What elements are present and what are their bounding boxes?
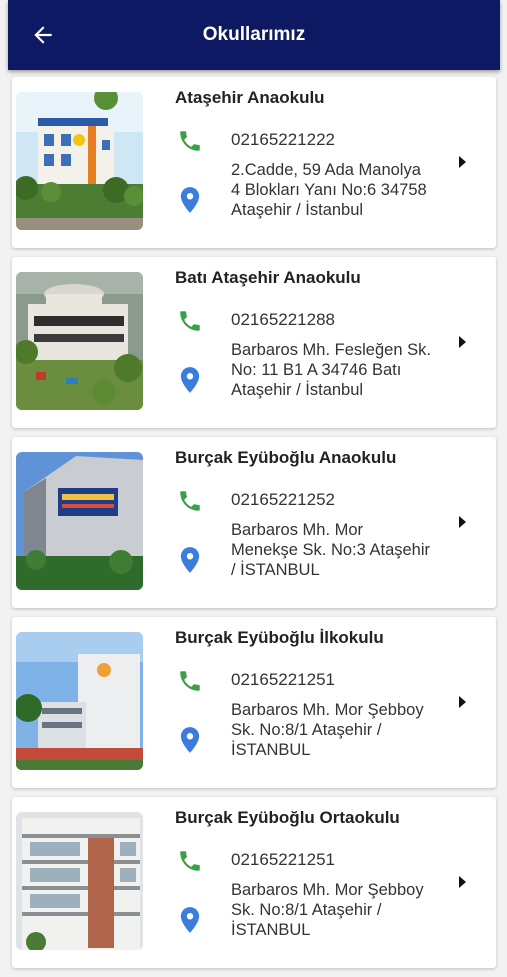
phone-icon[interactable] (177, 668, 203, 694)
phone-icon[interactable] (177, 308, 203, 334)
location-pin-icon (180, 907, 200, 933)
school-card-burcak-eyuboglu-ilkokulu[interactable]: Burçak Eyüboğlu İlkokulu 02165221251 Bar… (12, 617, 496, 788)
school-address: Barbaros Mh. Mor Şebboy Sk. No:8/1 Ataşe… (231, 701, 424, 759)
chevron-right-icon[interactable] (457, 515, 467, 529)
school-card-burcak-eyuboglu-anaokulu[interactable]: Burçak Eyüboğlu Anaokulu 02165221252 Bar… (12, 437, 496, 608)
location-pin-icon (180, 727, 200, 753)
school-name: Burçak Eyüboğlu Anaokulu (175, 448, 397, 467)
school-name: Ataşehir Anaokulu (175, 88, 325, 107)
chevron-right-icon[interactable] (457, 875, 467, 889)
school-address: Barbaros Mh. Mor Menekşe Sk. No:3 Ataşeh… (231, 521, 431, 579)
school-card-bati-atasehir-anaokulu[interactable]: Batı Ataşehir Anaokulu 02165221288 Barba… (12, 257, 496, 428)
location-pin-icon (180, 367, 200, 393)
chevron-right-icon[interactable] (457, 695, 467, 709)
school-card-atasehir-anaokulu[interactable]: Ataşehir Anaokulu 02165221222 2.Cadde, 5… (12, 77, 496, 248)
school-photo (16, 632, 143, 770)
school-name: Burçak Eyüboğlu Ortaokulu (175, 808, 400, 827)
school-photo (16, 812, 143, 950)
school-card-burcak-eyuboglu-ortaokulu[interactable]: Burçak Eyüboğlu Ortaokulu 02165221251 Ba… (12, 797, 496, 968)
school-name: Burçak Eyüboğlu İlkokulu (175, 628, 384, 647)
school-address: Barbaros Mh. Mor Şebboy Sk. No:8/1 Ataşe… (231, 881, 424, 939)
school-phone[interactable]: 02165221252 (231, 490, 335, 510)
school-phone[interactable]: 02165221288 (231, 310, 335, 330)
location-pin-icon (180, 547, 200, 573)
school-photo (16, 452, 143, 590)
phone-icon[interactable] (177, 128, 203, 154)
chevron-right-icon[interactable] (457, 335, 467, 349)
phone-icon[interactable] (177, 848, 203, 874)
school-phone[interactable]: 02165221251 (231, 850, 335, 870)
chevron-right-icon[interactable] (457, 155, 467, 169)
school-phone[interactable]: 02165221222 (231, 130, 335, 150)
school-address: Barbaros Mh. Fesleğen Sk. No: 11 B1 A 34… (231, 341, 431, 399)
phone-icon[interactable] (177, 488, 203, 514)
app-bar: Okullarımız (8, 0, 500, 70)
school-address: 2.Cadde, 59 Ada Manolya 4 Blokları Yanı … (231, 161, 427, 219)
school-phone[interactable]: 02165221251 (231, 670, 335, 690)
school-photo (16, 272, 143, 410)
page-title: Okullarımız (202, 24, 306, 45)
school-list: Ataşehir Anaokulu 02165221222 2.Cadde, 5… (12, 77, 496, 977)
school-photo (16, 92, 143, 230)
school-name: Batı Ataşehir Anaokulu (175, 268, 361, 287)
location-pin-icon (180, 187, 200, 213)
